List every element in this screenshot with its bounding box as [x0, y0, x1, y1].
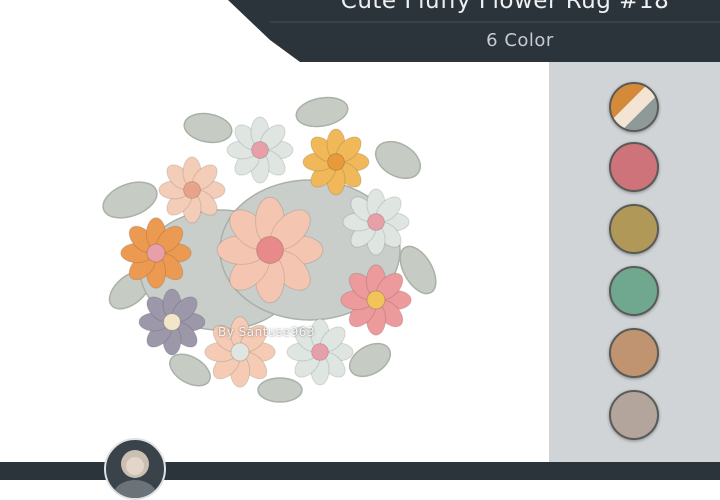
- header-banner: Cute Fluffy Flower Rug #18 6 Color: [0, 0, 720, 62]
- avatar-portrait-icon: [113, 450, 157, 498]
- swatch-tan: [609, 328, 659, 378]
- watermark-text: By Santuse963: [218, 325, 316, 339]
- flower-1: [158, 156, 226, 224]
- swatch-rose: [609, 142, 659, 192]
- color-palette-panel: [549, 62, 720, 462]
- swatch-olive: [609, 204, 659, 254]
- flower-6: [342, 188, 410, 256]
- flower-7: [138, 288, 206, 356]
- swatch-sage: [609, 266, 659, 316]
- flower-rug-image: [100, 90, 450, 424]
- flower-2: [226, 116, 294, 184]
- swatch-taupe: [609, 390, 659, 440]
- flower-rug-illustration: [102, 96, 437, 403]
- color-count-label: 6 Color: [486, 30, 554, 51]
- author-avatar[interactable]: [104, 438, 166, 500]
- flower-4: [120, 217, 192, 289]
- flower-3: [302, 128, 370, 196]
- flower-10: [340, 264, 412, 336]
- flower-5: [216, 196, 324, 304]
- page-title: Cute Fluffy Flower Rug #18: [340, 0, 670, 14]
- swatch-split: [609, 82, 659, 132]
